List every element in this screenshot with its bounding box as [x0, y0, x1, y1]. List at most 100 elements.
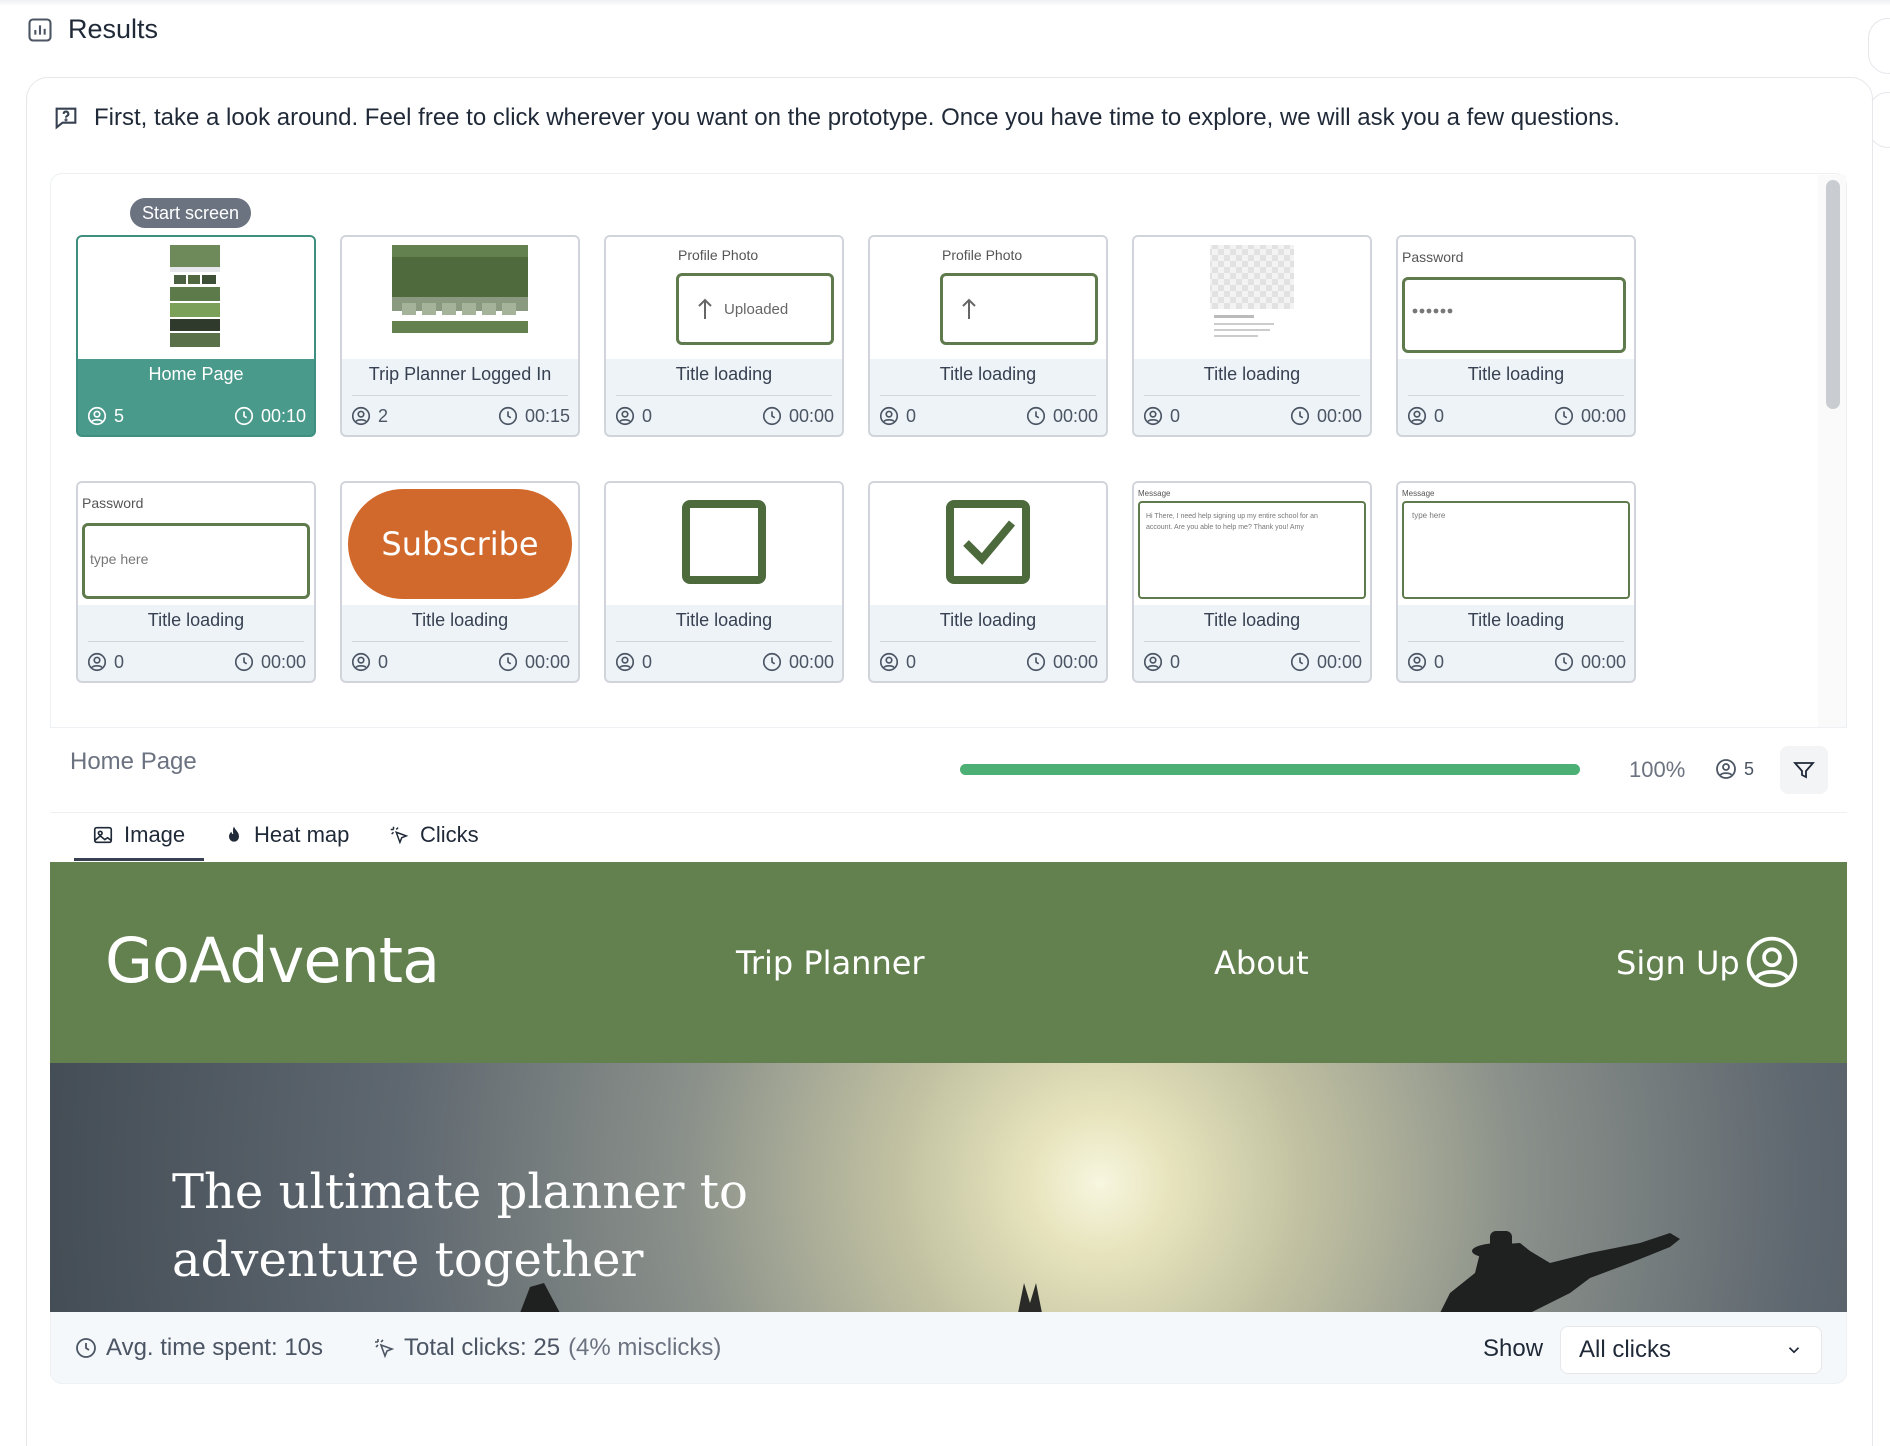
card-divider — [352, 641, 568, 642]
screen-card-password-filled[interactable]: Password Title loading 0 00:00 — [1396, 235, 1636, 437]
page-title: Results — [68, 14, 159, 44]
task-instruction: First, take a look around. Feel free to … — [52, 104, 1620, 132]
user-circle-icon — [879, 652, 899, 672]
user-circle-icon — [87, 406, 107, 426]
selected-screen-title: Home Page — [70, 748, 197, 775]
flame-icon — [229, 826, 239, 842]
screen-user-count: 0 — [1406, 651, 1444, 673]
clock-icon — [234, 406, 254, 426]
screen-thumbnail — [606, 483, 842, 605]
clock-icon — [1290, 652, 1310, 672]
screen-time: 00:00 — [761, 405, 834, 427]
instruction-text: First, take a look around. Feel free to … — [94, 104, 1621, 131]
screen-card-trip-planner[interactable]: Trip Planner Logged In 2 00:15 — [340, 235, 580, 437]
image-icon — [93, 826, 113, 844]
screen-card-profile-photo[interactable]: Profile Photo Title loading 0 00:00 — [868, 235, 1108, 437]
screen-thumbnail: Message type here — [1398, 483, 1634, 605]
thumb-text: type here — [90, 551, 149, 567]
tabs-top-divider — [50, 812, 1847, 813]
prototype-preview[interactable]: GoAdventa Trip Planner About Sign Up The… — [50, 862, 1847, 1312]
clock-icon — [234, 652, 254, 672]
screen-name: Title loading — [939, 610, 1037, 630]
screen-name: Title loading — [675, 364, 773, 384]
screen-name: Home Page — [148, 364, 244, 384]
misclicks-label: (4% misclicks) — [568, 1334, 722, 1361]
arrow-up-icon — [698, 298, 712, 319]
screen-time: 00:00 — [497, 651, 570, 673]
avg-time-label: Avg. time spent: 10s — [106, 1334, 324, 1361]
tab-heat-map[interactable]: Heat map — [224, 822, 349, 848]
users-value: 0 — [906, 651, 917, 672]
screen-card-message-filled[interactable]: Message Hi There, I need help signing up… — [1132, 481, 1372, 683]
filter-button[interactable] — [1780, 746, 1828, 794]
screen-name: Title loading — [1467, 364, 1565, 384]
preview-nav-about: About — [1214, 944, 1309, 982]
preview-brand-logo: GoAdventa — [105, 924, 440, 997]
card-divider — [88, 395, 304, 396]
preview-hero-hand-left — [520, 1283, 560, 1312]
screens-scrollbar-thumb[interactable] — [1826, 180, 1840, 409]
screen-user-count: 0 — [86, 651, 124, 673]
user-circle-icon — [87, 652, 107, 672]
thumb-label: Password — [1402, 249, 1464, 265]
screen-card-checkbox-checked[interactable]: Title loading 0 00:00 — [868, 481, 1108, 683]
show-clicks-dropdown[interactable]: All clicks — [1560, 1326, 1822, 1374]
checkbox-unchecked-icon — [682, 500, 766, 584]
screen-card-profile-uploaded[interactable]: Profile Photo Uploaded Title loading 0 0… — [604, 235, 844, 437]
clock-icon — [498, 652, 518, 672]
pointer-click-icon — [390, 826, 409, 845]
bar-chart-icon — [28, 17, 52, 42]
completion-percent: 100% — [1629, 757, 1686, 782]
preview-hero-silhouette — [1440, 1231, 1680, 1312]
screen-thumbnail: Password type here — [78, 483, 314, 605]
tab-image[interactable]: Image — [92, 822, 185, 848]
user-circle-icon — [615, 406, 635, 426]
screen-user-count: 2 — [350, 405, 388, 427]
avg-time-spent: Avg. time spent: 10s — [74, 1334, 323, 1362]
screen-card-home-page[interactable]: Home Page 5 00:10 — [76, 235, 316, 437]
completion-progress-fill — [960, 764, 1580, 775]
screen-card-subscribe[interactable]: Subscribe Title loading 0 00:00 — [340, 481, 580, 683]
user-circle-icon — [615, 652, 635, 672]
screen-card-planner-preview[interactable]: Title loading 0 00:00 — [1132, 235, 1372, 437]
time-value: 00:00 — [1316, 405, 1362, 426]
screen-user-count: 0 — [878, 405, 916, 427]
tab-label: Heat map — [254, 822, 350, 847]
card-divider — [616, 641, 832, 642]
active-tab-indicator — [74, 858, 204, 861]
password-dots — [1412, 308, 1453, 314]
screen-card-message-empty[interactable]: Message type here Title loading 0 00:00 — [1396, 481, 1636, 683]
clock-icon — [762, 406, 782, 426]
screen-thumbnail: Subscribe — [342, 483, 578, 605]
user-circle-icon — [879, 406, 899, 426]
dropdown-value: All clicks — [1579, 1336, 1672, 1363]
user-circle-icon — [1143, 652, 1163, 672]
users-value: 0 — [378, 651, 389, 672]
preview-nav-sign-up: Sign Up — [1616, 944, 1740, 982]
screen-card-password-empty[interactable]: Password type here Title loading 0 00:00 — [76, 481, 316, 683]
card-divider — [880, 641, 1096, 642]
screen-time: 00:00 — [761, 651, 834, 673]
screen-time: 00:00 — [1553, 651, 1626, 673]
preview-hero: The ultimate planner to adventure togeth… — [50, 1063, 1847, 1312]
clock-icon — [1554, 406, 1574, 426]
screen-user-count: 0 — [614, 405, 652, 427]
screen-card-checkbox-empty[interactable]: Title loading 0 00:00 — [604, 481, 844, 683]
user-circle-icon — [1407, 406, 1427, 426]
thumb-label: Password — [82, 495, 144, 511]
preview-hero-hands — [1018, 1283, 1042, 1312]
clock-icon — [762, 652, 782, 672]
users-value: 0 — [642, 405, 653, 426]
screen-user-count: 0 — [878, 651, 916, 673]
side-widget[interactable] — [1868, 18, 1890, 74]
tab-clicks[interactable]: Clicks — [388, 822, 479, 848]
screen-time: 00:00 — [1289, 651, 1362, 673]
thumb-text: Uploaded — [724, 301, 789, 318]
screen-name: Title loading — [1203, 610, 1301, 630]
screen-thumbnail: Profile Photo Uploaded — [606, 237, 842, 359]
screen-thumbnail: Profile Photo — [870, 237, 1106, 359]
screen-user-count: 0 — [614, 651, 652, 673]
clock-icon — [498, 406, 518, 426]
preview-nav-trip-planner: Trip Planner — [736, 944, 925, 982]
time-value: 00:00 — [1580, 651, 1626, 672]
